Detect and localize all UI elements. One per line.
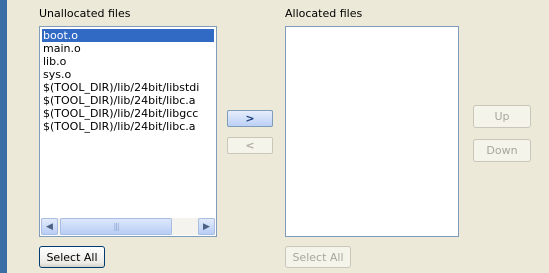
allocated-files-label: Allocated files xyxy=(285,7,363,20)
scroll-right-icon[interactable]: ▶ xyxy=(198,218,215,235)
unallocated-items-container: boot.o main.o lib.o sys.o $(TOOL_DIR)/li… xyxy=(42,29,214,216)
list-item[interactable]: $(TOOL_DIR)/lib/24bit/libc.a xyxy=(42,94,214,107)
list-item[interactable]: $(TOOL_DIR)/lib/24bit/libstdi xyxy=(42,81,214,94)
unallocated-select-all-button[interactable]: Select All xyxy=(39,246,105,268)
unallocated-files-list[interactable]: boot.o main.o lib.o sys.o $(TOOL_DIR)/li… xyxy=(39,26,217,237)
left-edge-rule xyxy=(0,0,7,273)
list-item[interactable]: $(TOOL_DIR)/lib/24bit/libgcc xyxy=(42,107,214,120)
allocated-select-all-button[interactable]: Select All xyxy=(285,246,351,268)
list-item[interactable]: boot.o xyxy=(42,29,214,42)
list-item[interactable]: main.o xyxy=(42,42,214,55)
allocated-files-list[interactable] xyxy=(285,26,459,237)
unallocated-files-label: Unallocated files xyxy=(39,7,131,20)
list-item[interactable]: sys.o xyxy=(42,68,214,81)
grip-icon: ||| xyxy=(113,222,119,231)
add-to-allocated-button[interactable]: > xyxy=(227,110,273,127)
move-up-button[interactable]: Up xyxy=(473,105,531,128)
remove-from-allocated-button[interactable]: < xyxy=(227,137,273,154)
move-down-button[interactable]: Down xyxy=(473,139,531,162)
scrollbar-thumb[interactable]: ||| xyxy=(60,218,172,235)
scroll-left-icon[interactable]: ◀ xyxy=(41,218,58,235)
list-item[interactable]: $(TOOL_DIR)/lib/24bit/libc.a xyxy=(42,120,214,133)
list-item[interactable]: lib.o xyxy=(42,55,214,68)
horizontal-scrollbar[interactable]: ◀ ||| ▶ xyxy=(41,218,215,235)
